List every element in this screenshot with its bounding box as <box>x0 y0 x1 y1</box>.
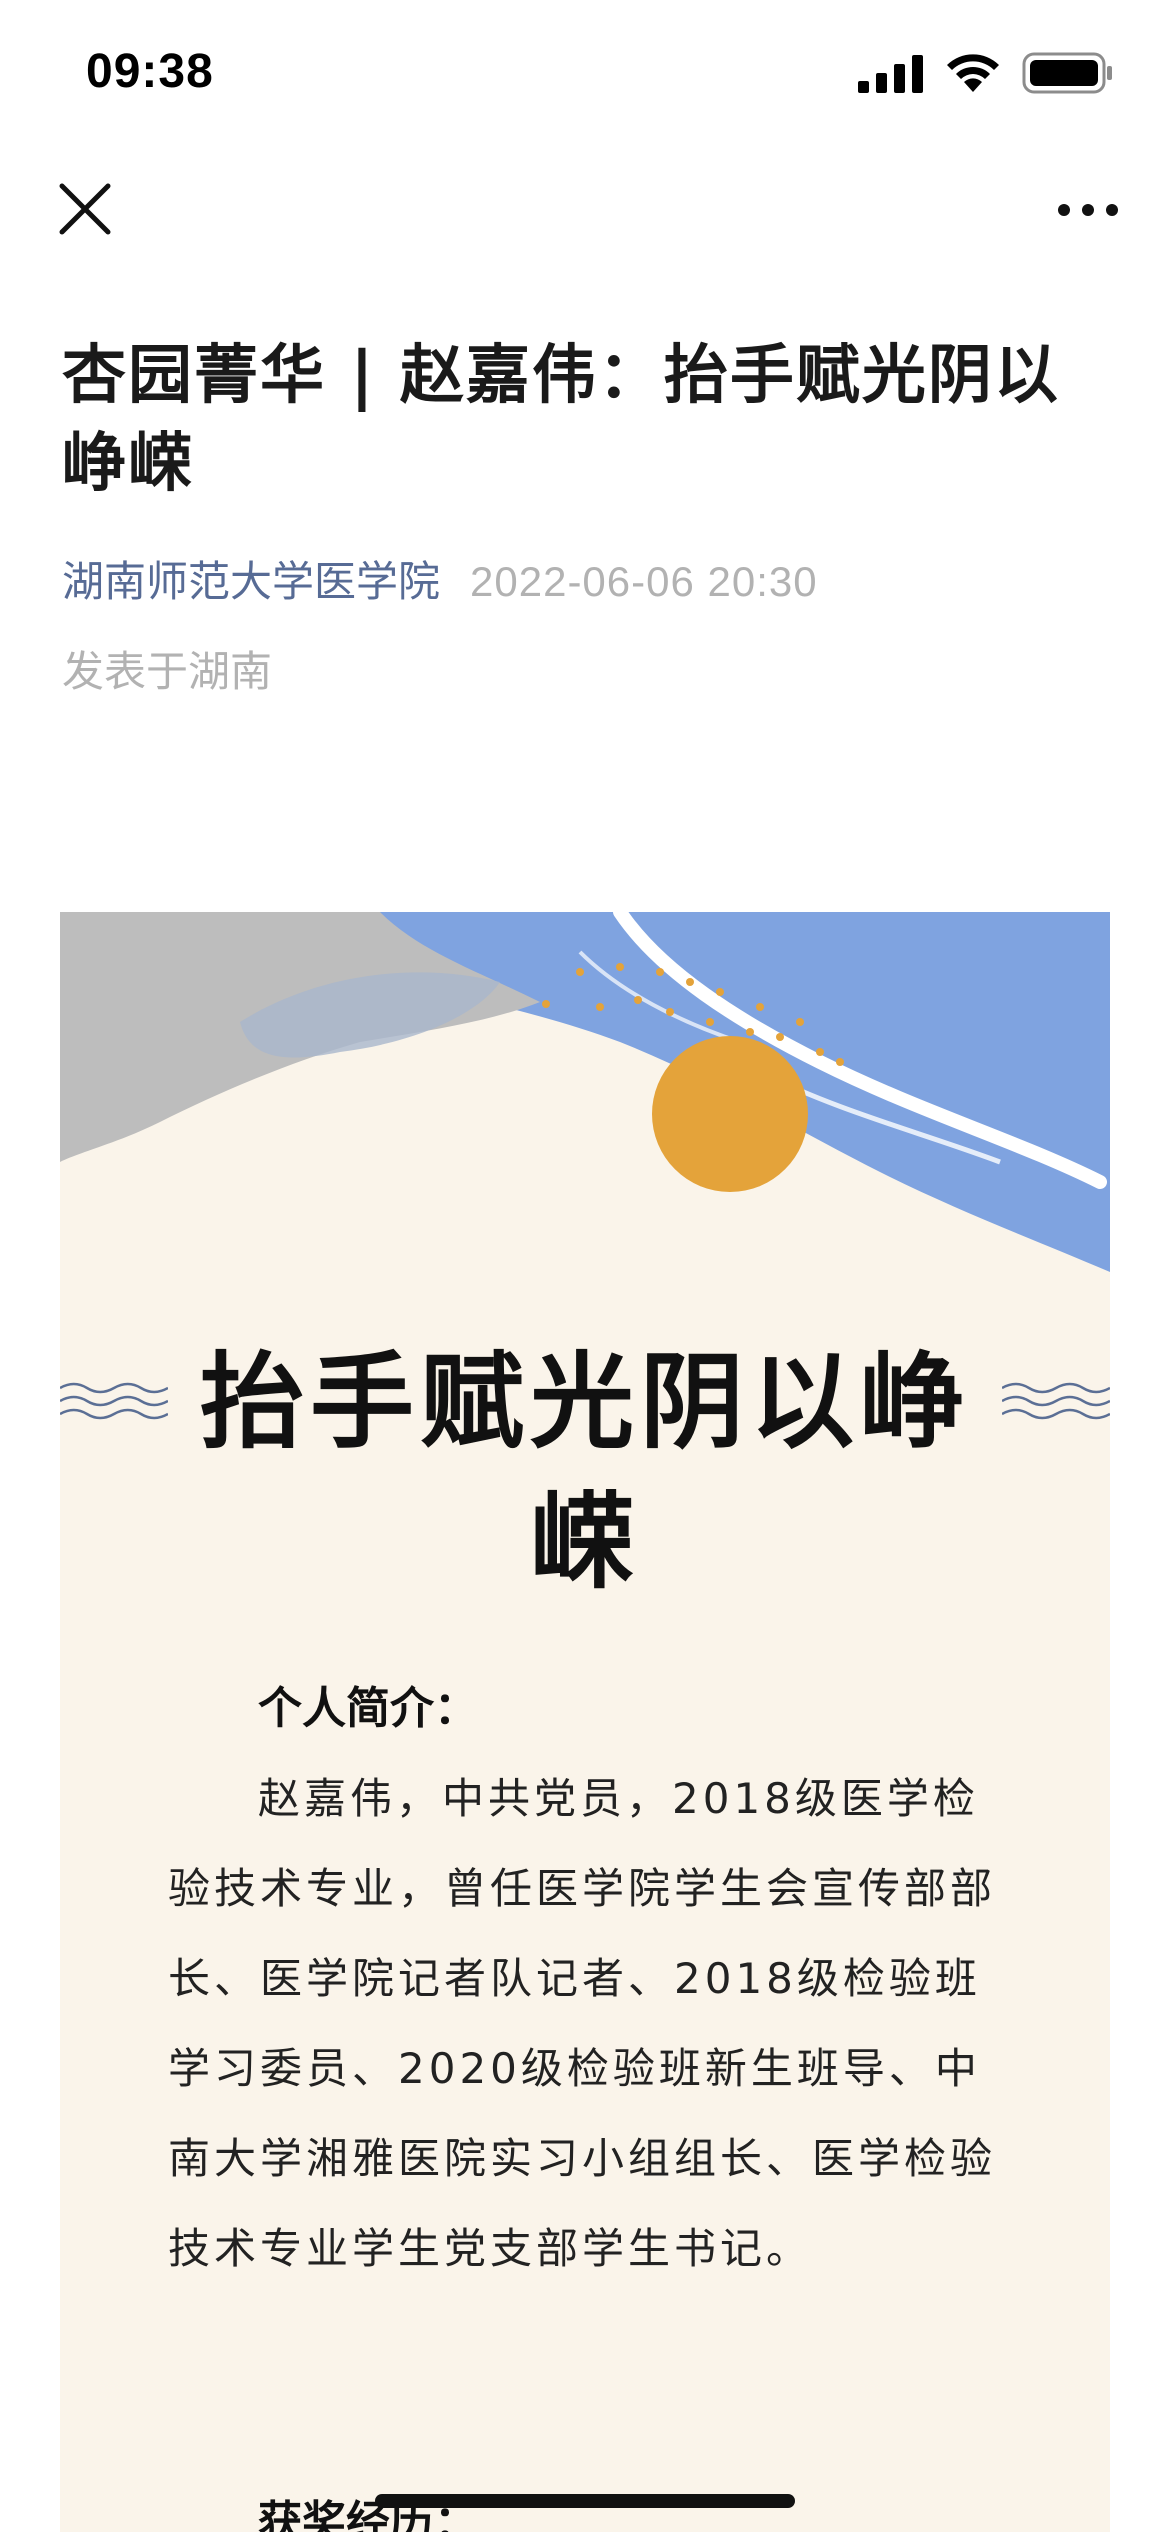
poster-image: 抬手赋光阴以峥嵘 个人简介： 赵嘉伟，中共党员，2018级医学检验技术专业，曾任… <box>60 912 1110 2532</box>
poster-heading-row: 抬手赋光阴以峥嵘 <box>60 1332 1110 1603</box>
more-options-button[interactable] <box>1056 190 1120 230</box>
status-icons <box>858 52 1114 94</box>
cellular-signal-icon <box>858 55 923 93</box>
more-dots-icon <box>1058 204 1118 216</box>
publish-location: 发表于湖南 <box>62 647 273 696</box>
publish-date: 2022-06-06 20:30 <box>470 558 818 605</box>
nav-bar <box>0 160 1170 250</box>
close-button[interactable] <box>56 180 114 238</box>
wifi-icon <box>947 54 999 92</box>
section-label-profile: 个人简介： <box>258 1683 478 1734</box>
status-bar: 09:38 <box>0 0 1170 150</box>
battery-icon <box>1022 52 1112 94</box>
poster-brush-art <box>60 912 1110 1272</box>
poster-heading: 抬手赋光阴以峥嵘 <box>199 1341 970 1603</box>
home-indicator[interactable] <box>375 2494 795 2508</box>
wave-ornament-left <box>60 1382 168 1420</box>
wave-ornament-right <box>1002 1382 1110 1420</box>
status-time: 09:38 <box>86 45 214 98</box>
article-title: 杏园菁华 | 赵嘉伟：抬手赋光阴以峥嵘 <box>62 339 1060 501</box>
section-body-profile: 赵嘉伟，中共党员，2018级医学检验技术专业，曾任医学院学生会宣传部部长、医学院… <box>168 1774 997 2273</box>
author-link[interactable]: 湖南师范大学医学院 <box>62 557 440 606</box>
article-meta: 湖南师范大学医学院 2022-06-06 20:30 <box>62 552 818 612</box>
close-icon <box>59 183 111 235</box>
